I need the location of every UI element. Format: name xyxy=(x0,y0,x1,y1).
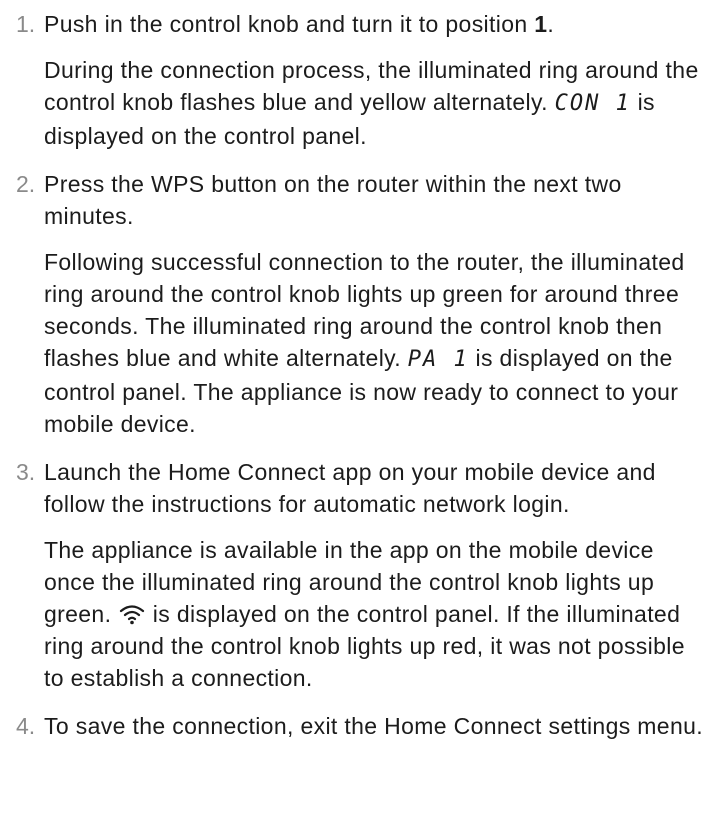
display-code: PA 1 xyxy=(407,347,469,372)
step-detail: Following successful connection to the r… xyxy=(44,249,685,437)
step-3: 3. Launch the Home Connect app on your m… xyxy=(0,456,716,694)
position-value: 1 xyxy=(534,11,548,37)
wifi-icon xyxy=(118,601,146,625)
step-detail: During the connection process, the illum… xyxy=(44,57,699,149)
step-number: 1. xyxy=(16,11,36,37)
step-number: 2. xyxy=(16,171,36,197)
step-number: 4. xyxy=(16,713,36,739)
step-instruction: Push in the control knob and turn it to … xyxy=(44,11,555,37)
step-1: 1. Push in the control knob and turn it … xyxy=(0,8,716,152)
step-4: 4. To save the connection, exit the Home… xyxy=(0,710,716,742)
step-instruction: To save the connection, exit the Home Co… xyxy=(44,713,703,739)
step-instruction: Launch the Home Connect app on your mobi… xyxy=(44,459,656,517)
display-code: CON 1 xyxy=(554,91,631,116)
step-2: 2. Press the WPS button on the router wi… xyxy=(0,168,716,440)
instruction-steps: 1. Push in the control knob and turn it … xyxy=(0,8,716,742)
step-number: 3. xyxy=(16,459,36,485)
step-instruction: Press the WPS button on the router withi… xyxy=(44,171,622,229)
step-detail: The appliance is available in the app on… xyxy=(44,537,685,691)
